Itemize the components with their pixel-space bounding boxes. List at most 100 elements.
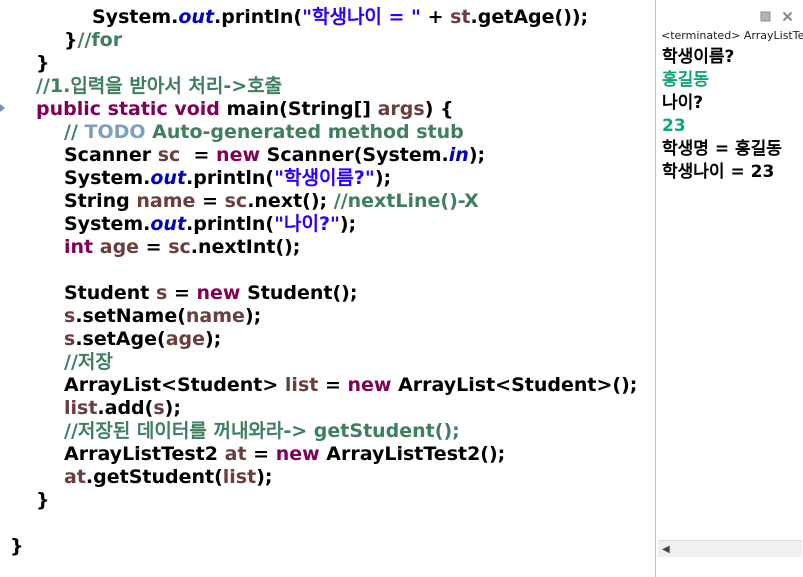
code-token: new bbox=[216, 144, 261, 166]
code-token: // bbox=[64, 121, 85, 143]
code-token: ArrayList<Student> bbox=[64, 374, 285, 396]
console-view[interactable]: <terminated> ArrayListTest2 학생이름? 홍길동나이? 2… bbox=[655, 0, 803, 577]
code-token: System. bbox=[64, 213, 151, 235]
code-token: main(String[] bbox=[219, 98, 378, 120]
code-token: new bbox=[196, 282, 241, 304]
code-token: age bbox=[99, 236, 140, 258]
code-token: ArrayListTest2(); bbox=[319, 443, 506, 465]
code-token: s bbox=[64, 305, 76, 327]
terminate-icon[interactable] bbox=[760, 11, 771, 22]
code-token: String bbox=[64, 190, 137, 212]
code-line: Scanner sc = new Scanner(System.in); bbox=[64, 144, 485, 167]
code-token: ); bbox=[374, 167, 392, 189]
code-token: in bbox=[448, 144, 469, 166]
code-line: } bbox=[10, 535, 24, 558]
code-line: System.out.println("학생나이 = " + st.getAge… bbox=[92, 6, 588, 29]
code-token: ) { bbox=[424, 98, 454, 120]
code-line: int age = sc.nextInt(); bbox=[64, 236, 300, 259]
code-token: out bbox=[150, 167, 187, 189]
code-token: new bbox=[275, 443, 320, 465]
code-token: out bbox=[150, 213, 187, 235]
scroll-left-icon[interactable]: ◀ bbox=[662, 544, 670, 555]
code-token: sc bbox=[224, 190, 248, 212]
code-token: Student(); bbox=[240, 282, 358, 304]
code-line: at.getStudent(list); bbox=[64, 466, 272, 489]
code-token: //저장 bbox=[64, 351, 113, 373]
code-token: list bbox=[284, 374, 319, 396]
code-token: System. bbox=[92, 6, 179, 28]
code-token: Scanner bbox=[64, 144, 158, 166]
code-token: public static void bbox=[36, 98, 220, 120]
code-token: ); bbox=[164, 397, 181, 419]
console-output-line: 학생나이 = 23 bbox=[662, 162, 775, 182]
code-token: + bbox=[420, 6, 451, 28]
code-token: args bbox=[377, 98, 425, 120]
code-token: } bbox=[64, 29, 78, 51]
code-line: public static void main(String[] args) { bbox=[36, 98, 454, 121]
code-token: .setName( bbox=[75, 305, 186, 327]
code-token: = bbox=[180, 144, 217, 166]
code-token: .println( bbox=[214, 6, 303, 28]
code-token: //저장된 데이터를 꺼내와라-> getStudent(); bbox=[64, 420, 460, 442]
code-token: .next(); bbox=[247, 190, 334, 212]
code-token: } bbox=[10, 535, 24, 557]
code-line: } bbox=[36, 52, 50, 75]
code-token: name bbox=[185, 305, 245, 327]
horizontal-scrollbar[interactable]: ◀ bbox=[658, 540, 802, 557]
code-token: = bbox=[318, 374, 348, 396]
code-token: ); bbox=[244, 305, 262, 327]
code-token: .println( bbox=[186, 167, 275, 189]
code-line: s.setName(name); bbox=[64, 305, 261, 328]
code-token: .nextInt(); bbox=[190, 236, 301, 258]
console-title: <terminated> ArrayListTest2 bbox=[661, 29, 803, 42]
code-token: st bbox=[450, 6, 471, 28]
code-token: } bbox=[36, 489, 50, 511]
code-token: new bbox=[347, 374, 392, 396]
code-token: name bbox=[136, 190, 196, 212]
code-line: }//for bbox=[64, 29, 122, 52]
code-line: System.out.println("나이?"); bbox=[64, 213, 356, 236]
code-token: ); bbox=[205, 328, 222, 350]
code-token: .getAge()); bbox=[470, 6, 589, 28]
code-token: TODO bbox=[84, 121, 146, 143]
code-token: list bbox=[64, 397, 98, 419]
code-token: System. bbox=[64, 167, 151, 189]
code-token: at bbox=[64, 466, 86, 488]
remove-launch-icon[interactable] bbox=[782, 11, 793, 22]
code-line: // TODO Auto-generated method stub bbox=[64, 121, 464, 144]
code-token: = bbox=[195, 190, 225, 212]
code-line: Student s = new Student(); bbox=[64, 282, 357, 305]
code-token: s bbox=[153, 397, 165, 419]
code-editor[interactable]: System.out.println("학생나이 = " + st.getAge… bbox=[0, 0, 655, 577]
code-token: "나이?" bbox=[274, 213, 340, 235]
code-token: //for bbox=[77, 29, 123, 51]
code-line: String name = sc.next(); //nextLine()-X bbox=[64, 190, 479, 213]
code-token: list bbox=[222, 466, 257, 488]
code-line: s.setAge(age); bbox=[64, 328, 221, 351]
code-token: = bbox=[246, 443, 276, 465]
code-token: //1.입력을 받아서 처리->호출 bbox=[36, 75, 283, 97]
code-token: .println( bbox=[186, 213, 275, 235]
code-token: //nextLine()-X bbox=[333, 190, 479, 212]
console-output-line: 학생명 = 홍길동 bbox=[662, 139, 782, 159]
console-output-line: 학생이름? bbox=[662, 47, 735, 67]
code-token: .getStudent( bbox=[85, 466, 223, 488]
code-token: age bbox=[165, 328, 205, 350]
code-token: ); bbox=[339, 213, 357, 235]
code-token: } bbox=[36, 52, 50, 74]
code-token: at bbox=[224, 443, 247, 465]
code-token: "학생나이 = " bbox=[302, 6, 421, 28]
code-line: } bbox=[36, 489, 50, 512]
code-token: .setAge( bbox=[75, 328, 166, 350]
code-line: //1.입력을 받아서 처리->호출 bbox=[36, 75, 282, 98]
code-token: ); bbox=[256, 466, 273, 488]
console-output-line: 23 bbox=[662, 116, 686, 136]
code-token: ArrayList<Student>(); bbox=[391, 374, 638, 396]
code-token: int bbox=[64, 236, 94, 258]
code-token: out bbox=[178, 6, 215, 28]
code-line: //저장된 데이터를 꺼내와라-> getStudent(); bbox=[64, 420, 460, 443]
code-line: System.out.println("학생이름?"); bbox=[64, 167, 391, 190]
code-token: ); bbox=[468, 144, 486, 166]
code-token: = bbox=[167, 282, 197, 304]
